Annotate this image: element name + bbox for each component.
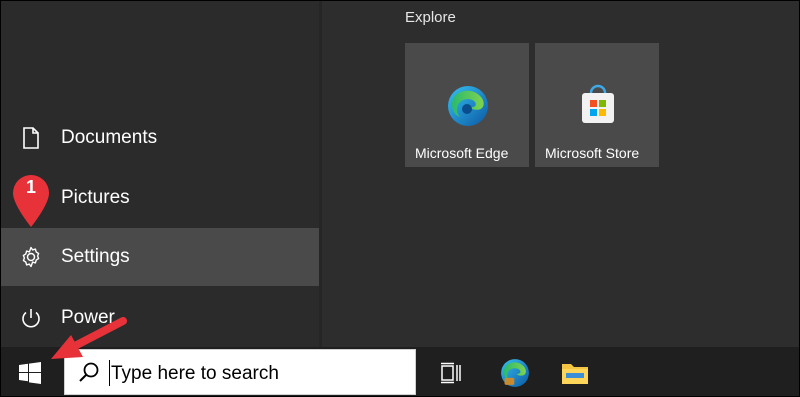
start-nav-settings[interactable]: Settings: [1, 228, 319, 286]
gear-icon: [19, 245, 43, 269]
store-icon: [582, 84, 614, 123]
edge-icon: [501, 358, 529, 387]
task-view-button[interactable]: [425, 347, 477, 396]
nav-label-pictures: Pictures: [61, 187, 130, 208]
nav-label-settings: Settings: [61, 246, 130, 267]
tile-microsoft-edge[interactable]: Microsoft Edge: [405, 43, 529, 167]
taskbar-file-explorer-button[interactable]: [549, 347, 601, 396]
tile-label-store: Microsoft Store: [545, 145, 640, 161]
explore-group-heading: Explore: [405, 9, 456, 26]
tile-microsoft-store[interactable]: Microsoft Store: [535, 43, 659, 167]
nav-label-documents: Documents: [61, 127, 158, 148]
file-explorer-icon: [562, 363, 588, 384]
step-number: 1: [25, 177, 36, 197]
screenshot-frame: Documents Pictures Settings Power Explor…: [0, 0, 800, 397]
windows-logo-icon: [19, 361, 41, 384]
power-icon: [19, 306, 43, 330]
tile-label-edge: Microsoft Edge: [415, 145, 509, 161]
pointer-arrow: [51, 317, 127, 359]
edge-icon: [448, 86, 488, 126]
task-view-icon: [441, 362, 461, 383]
start-nav-documents[interactable]: Documents: [1, 109, 319, 167]
document-icon: [19, 126, 43, 150]
taskbar-edge-button[interactable]: [489, 347, 541, 396]
